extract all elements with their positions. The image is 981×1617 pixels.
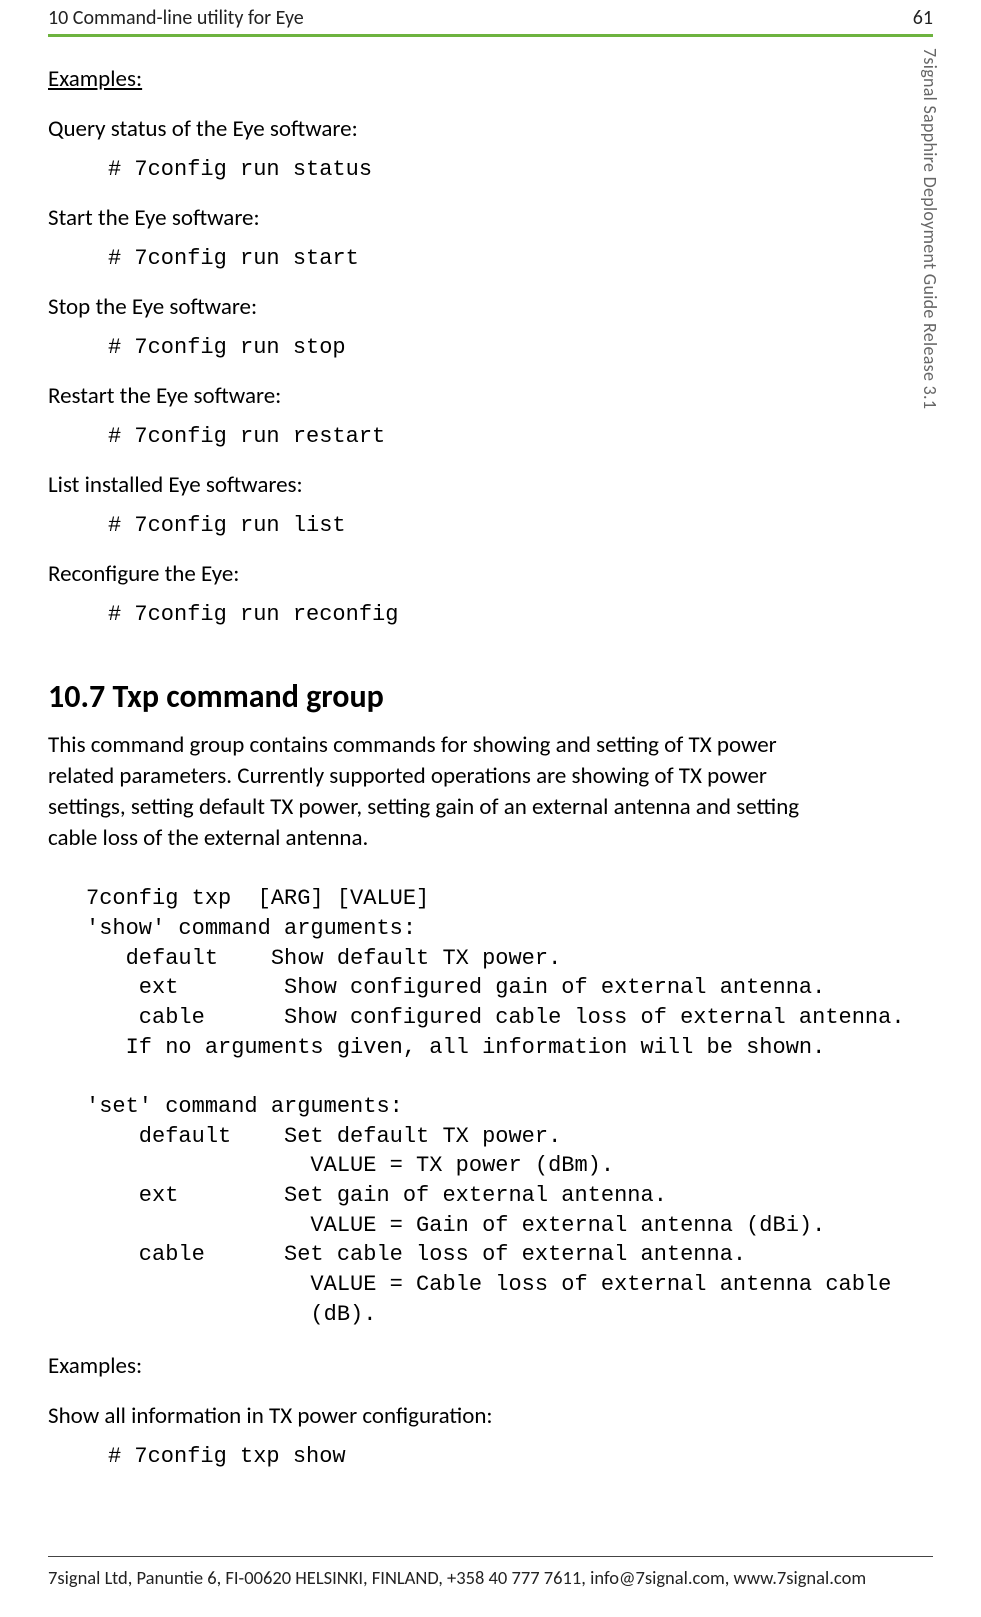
section-body: This command group contains commands for… — [48, 730, 848, 854]
example-cmd: # 7config run list — [108, 513, 848, 538]
example-cmd: # 7config run reconfig — [108, 602, 848, 627]
example-desc: Restart the Eye software: — [48, 382, 848, 410]
header-left: 10 Command-line utility for Eye — [48, 6, 304, 30]
example-cmd: # 7config run status — [108, 157, 848, 182]
example2-cmd: # 7config txp show — [108, 1444, 848, 1469]
header-page-number: 61 — [913, 6, 933, 30]
example2-desc: Show all information in TX power configu… — [48, 1402, 848, 1430]
side-document-title: 7signal Sapphire Deployment Guide Releas… — [919, 48, 941, 409]
example-desc: Reconfigure the Eye: — [48, 560, 848, 588]
content-area: Examples: Query status of the Eye softwa… — [48, 65, 848, 1469]
example-desc: Start the Eye software: — [48, 204, 848, 232]
example-cmd: # 7config run stop — [108, 335, 848, 360]
page-header: 10 Command-line utility for Eye 61 — [48, 0, 933, 34]
footer-rule — [48, 1556, 933, 1557]
footer-text: 7signal Ltd, Panuntie 6, FI-00620 HELSIN… — [48, 1566, 933, 1589]
examples-heading: Examples: — [48, 65, 848, 93]
example-desc: List installed Eye softwares: — [48, 471, 848, 499]
usage-block: 7config txp [ARG] [VALUE] 'show' command… — [86, 884, 848, 1329]
section-heading: 10.7 Txp command group — [48, 677, 848, 716]
example-desc: Stop the Eye software: — [48, 293, 848, 321]
example-cmd: # 7config run start — [108, 246, 848, 271]
header-rule — [48, 34, 933, 37]
example-desc: Query status of the Eye software: — [48, 115, 848, 143]
page: 10 Command-line utility for Eye 61 7sign… — [0, 0, 981, 1617]
examples2-heading: Examples: — [48, 1352, 848, 1380]
example-cmd: # 7config run restart — [108, 424, 848, 449]
